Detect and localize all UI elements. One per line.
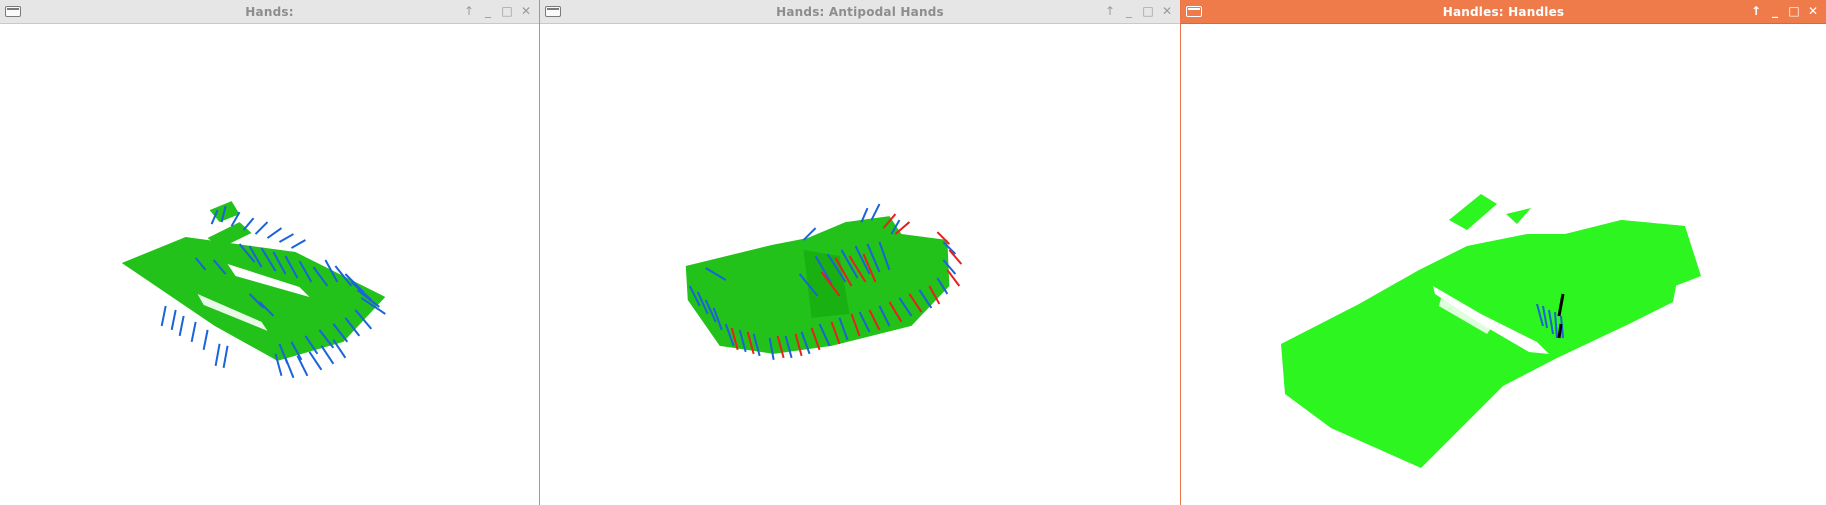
window-title: Hands: Antipodal Hands [776, 5, 944, 19]
titlebar[interactable]: Handles: Handles ↑ _ □ ✕ [1181, 0, 1826, 24]
titlebar[interactable]: Hands: ↑ _ □ ✕ [0, 0, 539, 24]
window-handles[interactable]: Handles: Handles ↑ _ □ ✕ [1181, 0, 1826, 505]
close-icon[interactable]: ✕ [1806, 3, 1820, 19]
minimize-icon[interactable]: _ [1122, 3, 1136, 19]
point-cloud [1281, 194, 1701, 468]
window-title: Handles: Handles [1442, 5, 1565, 19]
window-antipodal-hands[interactable]: Hands: Antipodal Hands ↑ _ □ ✕ [540, 0, 1181, 505]
point-cloud [121, 201, 386, 361]
maximize-icon[interactable]: □ [1141, 3, 1155, 19]
maximize-icon[interactable]: □ [500, 3, 514, 19]
titlebar[interactable]: Hands: Antipodal Hands ↑ _ □ ✕ [540, 0, 1180, 24]
raise-icon[interactable]: ↑ [1103, 3, 1117, 19]
viewer-canvas[interactable] [1181, 24, 1826, 505]
minimize-icon[interactable]: _ [481, 3, 495, 19]
point-cloud-view [121, 201, 386, 379]
viewer-canvas[interactable] [0, 24, 539, 505]
close-icon[interactable]: ✕ [519, 3, 533, 19]
viewer-canvas[interactable] [540, 24, 1180, 505]
point-cloud-view [1281, 194, 1701, 468]
minimize-icon[interactable]: _ [1768, 3, 1782, 19]
raise-icon[interactable]: ↑ [462, 3, 476, 19]
raise-icon[interactable]: ↑ [1749, 3, 1763, 19]
point-cloud-view [685, 203, 963, 361]
window-title: Hands: [245, 5, 294, 19]
close-icon[interactable]: ✕ [1160, 3, 1174, 19]
window-hands[interactable]: Hands: ↑ _ □ ✕ [0, 0, 540, 505]
point-cloud [685, 216, 950, 354]
maximize-icon[interactable]: □ [1787, 3, 1801, 19]
